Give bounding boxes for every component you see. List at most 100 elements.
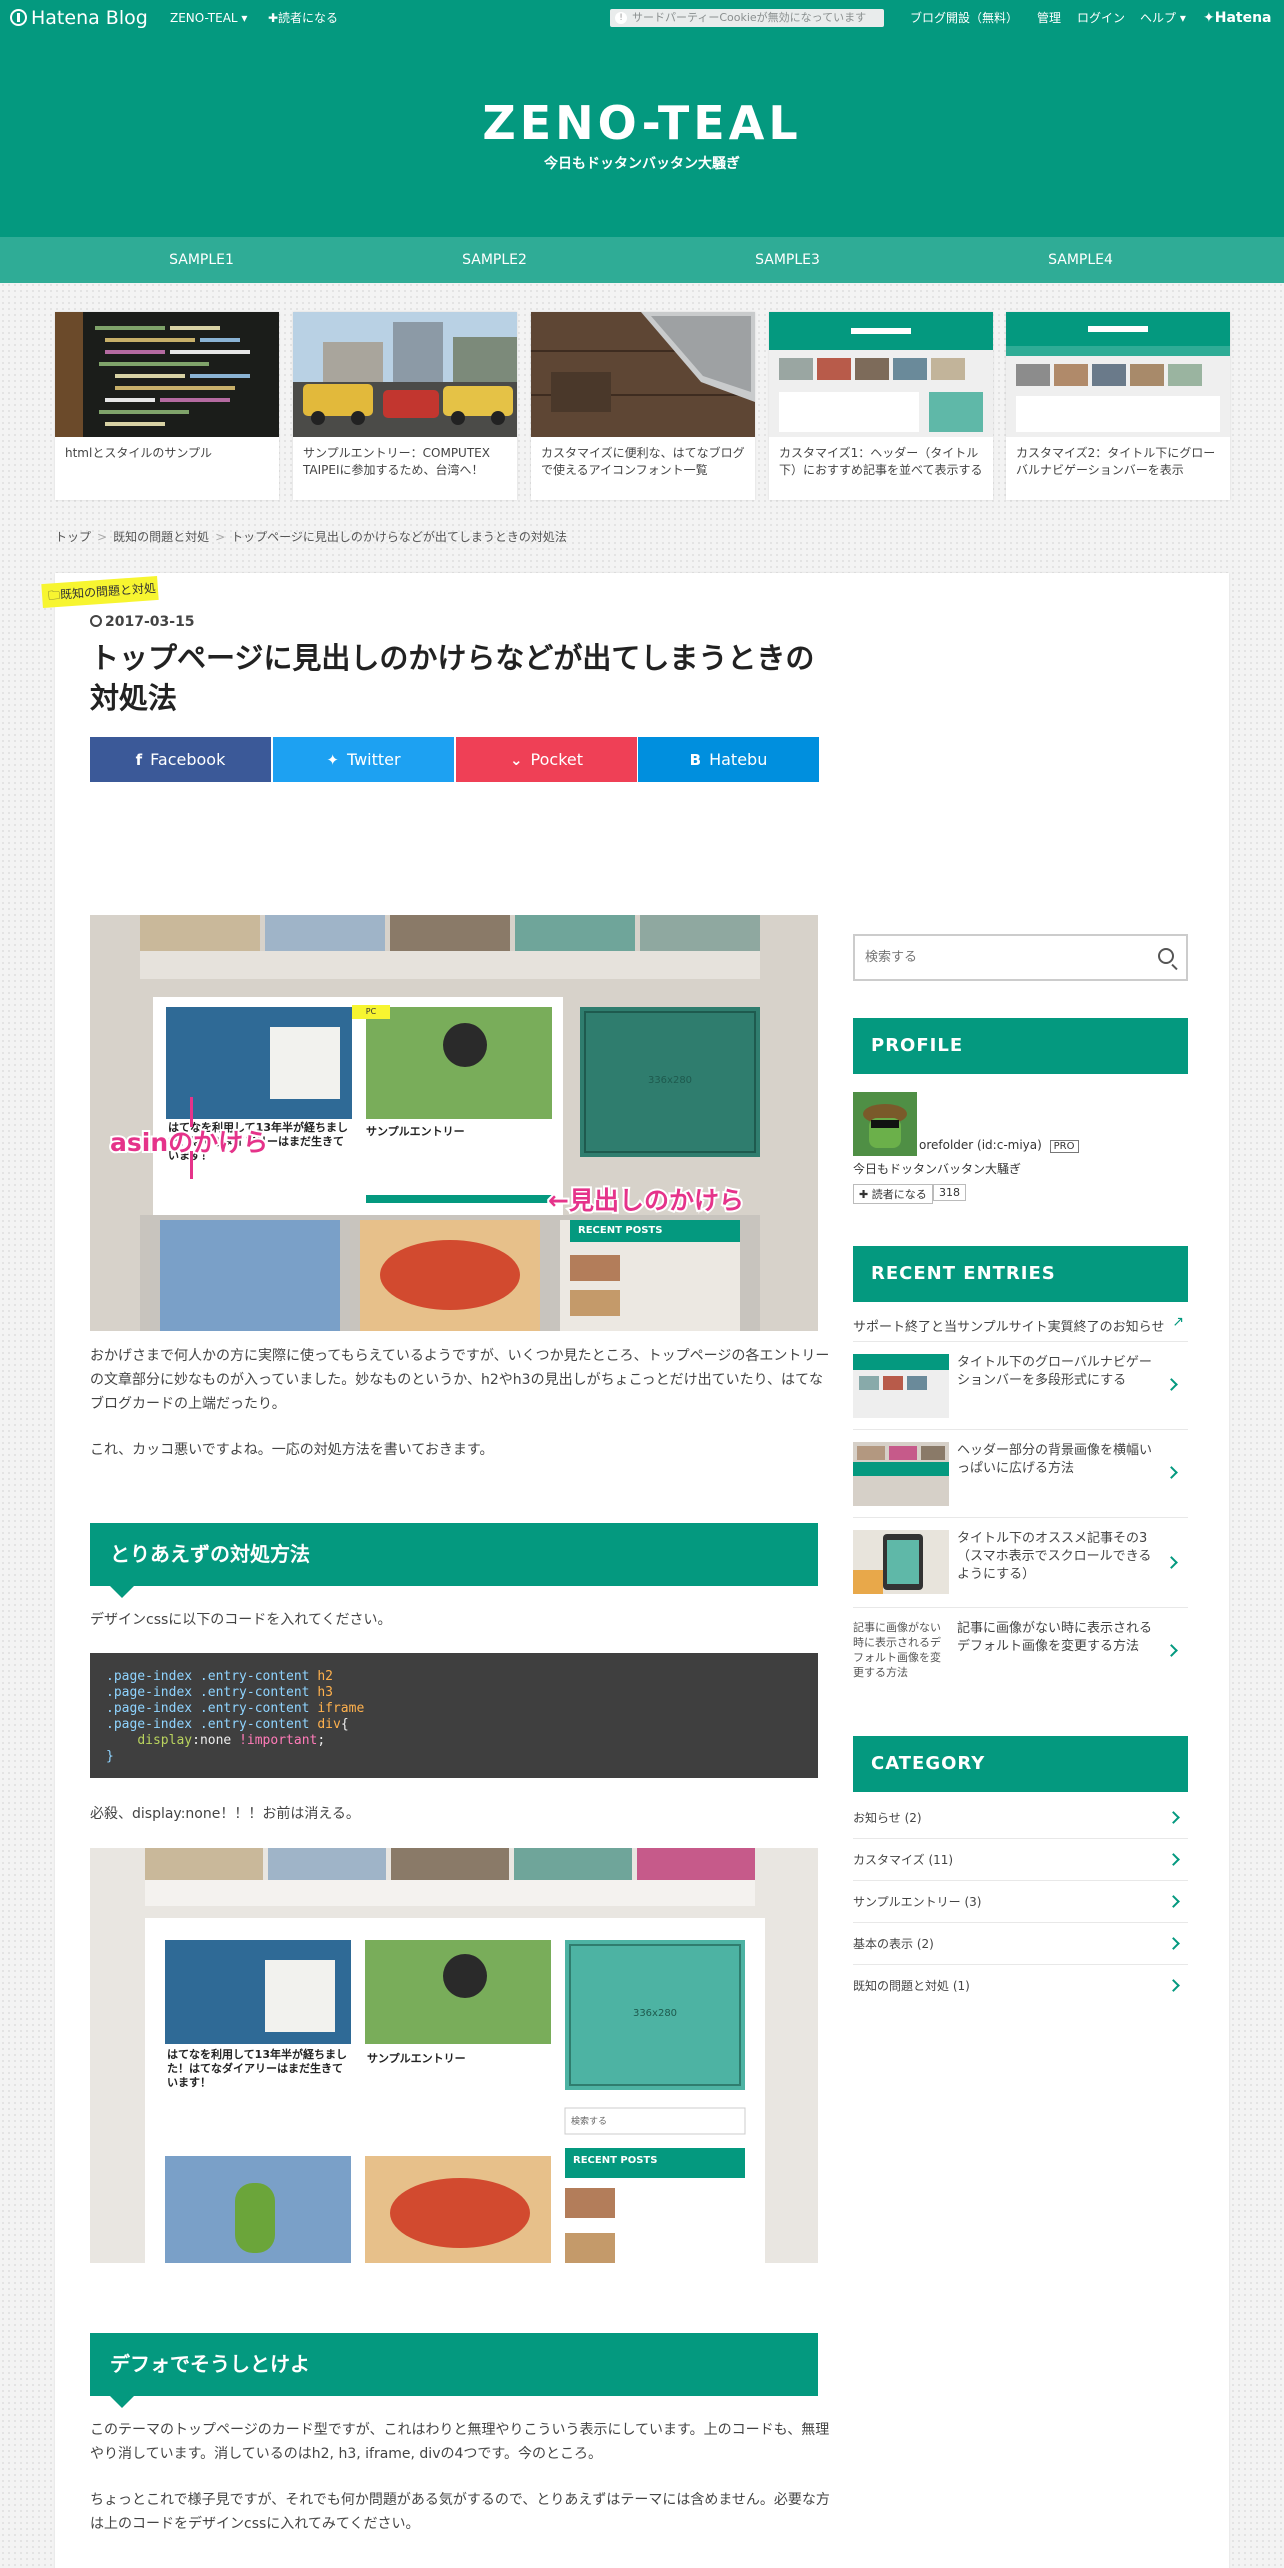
card-title[interactable]: カスタマイズ1：ヘッダー（タイトル下）におすすめ記事を並べて表示する [769,437,993,487]
search-icon[interactable] [1158,948,1174,964]
share-pocket-button[interactable]: ⌄ Pocket [456,737,637,782]
screenshot-image-2: はてなを利用して13年半が経ちました！はてなダイアリーはまだ生きています！ サン… [90,1848,818,2263]
theme-screenshot-image [1006,312,1230,437]
chevron-right-icon [1165,1378,1178,1391]
shot1-recent-posts: RECENT POSTS [578,1225,663,1236]
avatar-image [853,1092,917,1156]
shot2-ad-label: 336x280 [632,2008,678,2019]
paragraph: 必殺、display:none！！！お前は消える。 [90,1806,360,1822]
code-block: .page-index .entry-content h2 .page-inde… [90,1653,818,1778]
shot2-search-placeholder: 検索する [571,2117,608,2127]
category-item[interactable]: サンプルエントリー (3) [853,1881,1188,1923]
recent-entry-item[interactable]: サポート終了と当サンプルサイト実質終了のお知らせ ↗ [853,1310,1188,1342]
card-thumbnail [293,312,517,437]
shot2-card-right-title: サンプルエントリー [367,2052,466,2065]
card-thumbnail [531,312,755,437]
help-menu[interactable]: ヘルプ ▾ [1140,0,1186,36]
category-item[interactable]: 基本の表示 (2) [853,1923,1188,1965]
subscribe-link[interactable]: ✚読者になる [268,0,338,36]
card-title[interactable]: htmlとスタイルのサンプル [55,437,279,470]
category-item[interactable]: 既知の問題と対処 (1) [853,1965,1188,2007]
card-title[interactable]: カスタマイズに便利な、はてなブログで使えるアイコンフォント一覧 [531,437,755,487]
hatebu-icon: B [689,751,702,769]
profile-subscribe-button[interactable]: ✚ 読者になる [853,1184,933,1204]
section-heading: とりあえずの対処方法 [90,1523,818,1598]
card-thumbnail [1006,312,1230,437]
entry-date: 2017-03-15 [90,614,195,630]
nav-sample1[interactable]: SAMPLE1 [55,237,348,283]
recent-entry-item[interactable]: タイトル下のグローバルナビゲーションバーを多段形式にする [853,1342,1188,1430]
category-item[interactable]: カスタマイズ (11) [853,1839,1188,1881]
shot1-card-right-title: サンプルエントリー [366,1125,465,1138]
hatena-blog-logo[interactable]: Hatena Blog [10,0,148,36]
laptop-desk-image [531,312,755,437]
entry-title[interactable]: トップページに見出しのかけらなどが出てしまうときの対処法 [90,638,830,718]
shot1-ad-label: 336x280 [647,1075,693,1086]
pickup-card[interactable]: カスタマイズ1：ヘッダー（タイトル下）におすすめ記事を並べて表示する [769,312,993,500]
arrow-down-line [190,1151,193,1179]
site-description: 今日もドッタンバッタン大騒ぎ [544,156,740,172]
taipei-street-image [293,312,517,437]
category-item[interactable]: お知らせ (2) [853,1797,1188,1839]
pickup-card[interactable]: カスタマイズに便利な、はてなブログで使えるアイコンフォント一覧 [531,312,755,500]
pc-label: PC [352,1005,390,1019]
chevron-right-icon [1165,1556,1178,1569]
blog-menu[interactable]: ZENO-TEAL ▾ [170,0,247,36]
recent-entry-item[interactable]: タイトル下のオススメ記事その3（スマホ表示でスクロールできるようにする） [853,1518,1188,1608]
chevron-right-icon [1165,1644,1178,1657]
section-heading: デフォでそうしとけよ [90,2333,818,2408]
nav-sample3[interactable]: SAMPLE3 [641,237,934,283]
hatena-logo-icon [10,9,27,26]
nav-sample4[interactable]: SAMPLE4 [934,237,1227,283]
pickup-card[interactable]: htmlとスタイルのサンプル [55,312,279,500]
category-heading: CATEGORY [853,1736,1188,1792]
card-thumbnail [769,312,993,437]
breadcrumb: トップ > 既知の問題と対処 > トップページに見出しのかけらなどが出てしまうときの対処… [55,530,567,544]
login-link[interactable]: ログイン [1077,0,1125,36]
breadcrumb-category[interactable]: 既知の問題と対処 [113,530,209,544]
pro-badge: PRO [1049,1140,1079,1153]
paragraph: このテーマのトップページのカード型ですが、これはわりと無理やりこういう表示にして… [90,2422,830,2462]
recent-entries-heading: RECENT ENTRIES [853,1246,1188,1302]
clock-icon [90,615,102,627]
breadcrumb-current: トップページに見出しのかけらなどが出てしまうときの対処法 [231,530,567,544]
shot2-card-left-title: はてなを利用して13年半が経ちました！はてなダイアリーはまだ生きています！ [167,2048,347,2089]
search-input[interactable] [855,936,1115,979]
cookie-notice[interactable]: ! サードパーティーCookieが無効になっています [610,9,884,27]
breadcrumb-top[interactable]: トップ [55,530,91,544]
folder-icon: 🗀 [47,587,61,603]
avatar[interactable] [853,1092,917,1156]
card-title[interactable]: サンプルエントリー：COMPUTEX TAIPEIに参加するため、台湾へ！ [293,437,517,487]
share-hatebu-button[interactable]: B Hatebu [638,737,819,782]
chevron-right-icon [1167,1937,1180,1950]
profile-heading: PROFILE [853,1018,1188,1074]
hatena-link[interactable]: ✦Hatena [1203,0,1272,36]
nav-sample2[interactable]: SAMPLE2 [348,237,641,283]
pocket-icon: ⌄ [509,751,523,769]
hatena-topbar: Hatena Blog ZENO-TEAL ▾ ✚読者になる ! サードパーティー… [0,0,1284,36]
site-title[interactable]: ZENO-TEAL [0,96,1284,150]
card-thumbnail [55,312,279,437]
subscriber-count: 318 [933,1184,966,1201]
broken-image-alt: 記事に画像がない時に表示されるデフォルト画像を変更する方法 [853,1621,941,1679]
info-icon: ! [615,12,627,24]
theme-screenshot-image [769,312,993,437]
card-title[interactable]: カスタマイズ2：タイトル下にグローバルナビゲーションバーを表示 [1006,437,1230,487]
share-twitter-button[interactable]: ✦ Twitter [273,737,454,782]
pickup-card[interactable]: カスタマイズ2：タイトル下にグローバルナビゲーションバーを表示 [1006,312,1230,500]
arrow-up-line [190,1097,193,1127]
annotation-heading: ←見出しのかけら [546,1184,746,1217]
pickup-card[interactable]: サンプルエントリー：COMPUTEX TAIPEIに参加するため、台湾へ！ [293,312,517,500]
external-arrow-icon: ↗ [1172,1314,1184,1330]
admin-link[interactable]: 管理 [1037,0,1061,36]
share-facebook-button[interactable]: f Facebook [90,737,271,782]
open-blog-link[interactable]: ブログ開設（無料） [910,0,1018,36]
chevron-right-icon [1167,1811,1180,1824]
recent-entry-item[interactable]: 記事に画像がない時に表示されるデフォルト画像を変更する方法 記事に画像がない時に… [853,1608,1188,1696]
chevron-right-icon [1167,1895,1180,1908]
shot2-recent-posts: RECENT POSTS [573,2155,658,2166]
profile-name: orefolder (id:c-miya) PRO [919,1138,1079,1153]
chevron-right-icon [1167,1979,1180,1992]
paragraph: ちょっとこれで様子見ですが、それでも何か問題がある気がするので、とりあえずはテー… [90,2492,830,2532]
recent-entry-item[interactable]: ヘッダー部分の背景画像を横幅いっぱいに広げる方法 [853,1430,1188,1518]
